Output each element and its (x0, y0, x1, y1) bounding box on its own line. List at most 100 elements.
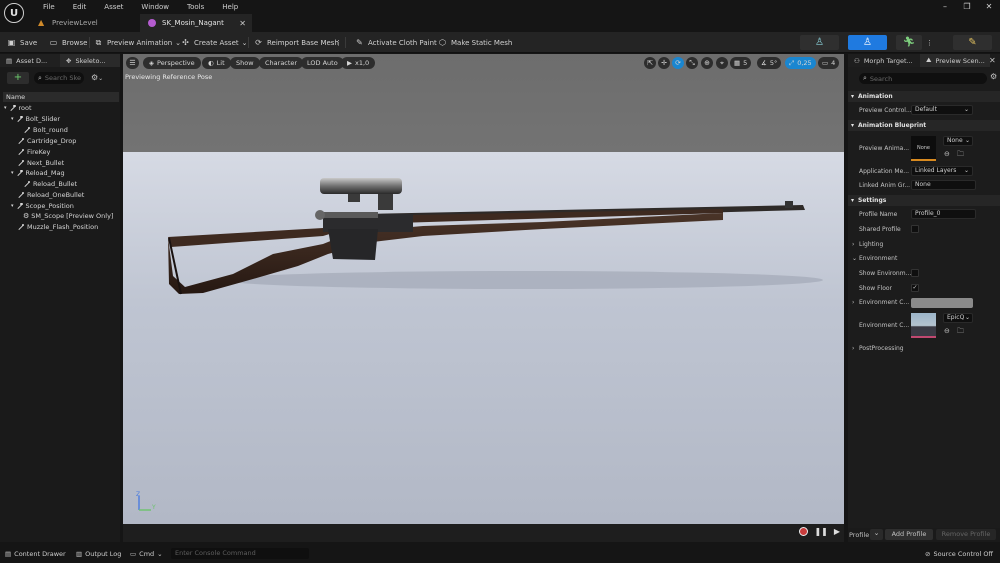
browse-button[interactable]: ▭ Browse (49, 36, 88, 49)
bone-item-reload-mag[interactable]: ▾ Reload_Mag (11, 168, 65, 178)
tree-settings-dropdown[interactable]: ⚙⌄ (91, 73, 103, 82)
section-settings[interactable]: ▾ Settings (848, 195, 1000, 206)
bone-item-reload-bullet[interactable]: Reload_Bullet (23, 179, 77, 189)
skeleton-mode-button[interactable]: ♙ (800, 35, 839, 50)
environment-color-swatch[interactable] (911, 298, 973, 308)
section-animation[interactable]: ▾ Animation (848, 91, 1000, 102)
preview-animation-dropdown[interactable]: None ⌄ (943, 136, 973, 146)
shared-profile-checkbox[interactable] (911, 225, 919, 233)
environment-cubemap-thumbnail[interactable] (911, 313, 936, 338)
application-method-dropdown[interactable]: Linked Layers ⌄ (911, 166, 973, 176)
bone-item-bolt-slider[interactable]: ▾ Bolt_Slider (11, 114, 60, 124)
tab-preview-level[interactable]: ▲ PreviewLevel (30, 14, 138, 32)
linked-anim-graph-label: Linked Anim Gr... (859, 182, 911, 189)
bone-item-next-bullet[interactable]: Next_Bullet (17, 158, 64, 168)
maximize-icon[interactable]: ❐ (956, 0, 978, 14)
browse-cubemap-icon[interactable]: 🗀︎ (957, 327, 964, 338)
output-log-icon: ▥ (76, 550, 83, 558)
profile-dropdown[interactable]: ⌄ (870, 529, 883, 540)
bone-item-bolt-round[interactable]: Bolt_round (23, 125, 68, 135)
menu-edit[interactable]: Edit (64, 0, 96, 14)
menu-bar: File Edit Asset Window Tools Help (34, 0, 247, 14)
menu-asset[interactable]: Asset (95, 0, 132, 14)
close-icon[interactable]: ✕ (978, 0, 1000, 14)
preview-viewport[interactable]: ☰ ◈ Perspective ◐ Lit Show Character LOD A… (123, 54, 844, 524)
environment-cubemap-dropdown[interactable]: EpicQ ⌄ (943, 313, 973, 323)
bone-search-input[interactable]: ⌕ Search Ske (34, 72, 84, 84)
close-panel-icon[interactable]: ✕ (989, 56, 996, 65)
divider (89, 37, 90, 48)
environment-group[interactable]: ⌄ Environment (852, 254, 897, 263)
skeleton-mode-icon: ♙ (815, 37, 824, 48)
bone-icon (23, 180, 30, 188)
physics-mode-button[interactable]: ✎ (953, 35, 992, 50)
tab-preview-scene[interactable]: ⛰ Preview Scen... (920, 54, 990, 67)
plus-icon: + (13, 72, 23, 83)
preview-animation-dropdown[interactable]: ⧉ Preview Animation ⌄ (94, 36, 181, 49)
name-column-header[interactable]: Name (3, 92, 119, 102)
details-settings-icon[interactable]: ⚙ (990, 72, 997, 81)
preview-controller-dropdown[interactable]: Default ⌄ (911, 105, 973, 115)
source-control-button[interactable]: ⊘ Source Control Off (925, 549, 993, 559)
menu-tools[interactable]: Tools (178, 0, 213, 14)
more-modes-icon[interactable]: ⋮ (926, 36, 933, 49)
tab-skeleton-tree[interactable]: ✥ Skeleto... (60, 54, 120, 67)
add-profile-button[interactable]: Add Profile (885, 529, 933, 540)
browse-asset-icon[interactable]: 🗀︎ (957, 150, 964, 161)
bone-item-cartridge-drop[interactable]: Cartridge_Drop (17, 136, 76, 146)
bone-item-root[interactable]: ▾ root (4, 103, 32, 113)
linked-anim-graph-field[interactable]: None (911, 180, 976, 190)
pause-icon[interactable]: ❚❚ (814, 527, 827, 536)
chevron-down-icon: ⌄ (241, 38, 248, 47)
tab-label: SK_Mosin_Nagant (162, 19, 224, 27)
show-environment-checkbox[interactable] (911, 269, 919, 277)
details-search-input[interactable]: ⌕ Search (859, 73, 987, 84)
minimize-icon[interactable]: – (934, 0, 956, 14)
skeletal-mesh-mode-button[interactable]: ♙ (848, 35, 887, 50)
profile-bar: Profile ⌄ Add Profile Remove Profile (848, 528, 1000, 542)
menu-help[interactable]: Help (213, 0, 247, 14)
profile-name-input[interactable]: Profile_0 (911, 209, 976, 219)
reimport-base-mesh-button[interactable]: ⟳ Reimport Base Mesh (254, 36, 339, 49)
use-selected-asset-icon[interactable]: ⊖ (944, 150, 950, 158)
tab-sk-mosin-nagant[interactable]: SK_Mosin_Nagant ✕ (140, 14, 252, 32)
content-drawer-button[interactable]: ▤ Content Drawer (5, 549, 66, 559)
make-static-mesh-button[interactable]: ⬡ Make Static Mesh (438, 36, 512, 49)
section-animation-blueprint[interactable]: ▾ Animation Blueprint (848, 120, 1000, 131)
menu-window[interactable]: Window (132, 0, 178, 14)
more-options-icon[interactable]: ⋮ (335, 36, 342, 49)
profile-label: Profile (849, 531, 870, 539)
remove-profile-button[interactable]: Remove Profile (936, 529, 996, 540)
save-button[interactable]: ▣ Save (7, 36, 37, 49)
menu-file[interactable]: File (34, 0, 64, 14)
unreal-logo-icon[interactable]: U (4, 3, 24, 23)
show-floor-checkbox[interactable]: ✓ (911, 284, 919, 292)
create-asset-dropdown[interactable]: ✣ Create Asset ⌄ (181, 36, 248, 49)
preview-animation-thumbnail[interactable]: None (911, 136, 936, 161)
bone-item-scope-position[interactable]: ▾ Scope_Position (11, 201, 74, 211)
lighting-group[interactable]: › Lighting (852, 240, 883, 249)
output-log-button[interactable]: ▥ Output Log (76, 549, 121, 559)
bone-item-sm-scope[interactable]: ⚙ SM_Scope [Preview Only] (23, 211, 113, 221)
tab-morph-target[interactable]: ⚇ Morph Target... (848, 54, 920, 67)
postprocessing-group[interactable]: › PostProcessing (852, 344, 904, 353)
record-icon[interactable] (799, 527, 809, 536)
expand-arrow-icon: ▾ (851, 197, 855, 204)
bone-item-muzzle-flash-position[interactable]: Muzzle_Flash_Position (17, 222, 98, 232)
animation-mode-button[interactable]: 🏃︎ (896, 35, 922, 50)
tab-asset-details[interactable]: ▤ Asset D... (0, 54, 60, 67)
activate-cloth-paint-button[interactable]: ✎ Activate Cloth Paint (355, 36, 437, 49)
cmd-dropdown[interactable]: ▭ Cmd ⌄ (130, 549, 163, 559)
close-tab-icon[interactable]: ✕ (239, 19, 246, 28)
add-socket-button[interactable]: + (7, 72, 29, 84)
use-selected-cubemap-icon[interactable]: ⊖ (944, 327, 950, 335)
chevron-down-icon: ⌄ (98, 75, 104, 82)
search-icon: ⌕ (863, 74, 867, 82)
timeline-bar[interactable]: ❚❚ ▶ (123, 524, 844, 542)
expand-arrow-icon: ▾ (11, 116, 14, 122)
bone-item-reload-onebullet[interactable]: Reload_OneBullet (17, 190, 84, 200)
play-icon[interactable]: ▶ (834, 527, 840, 536)
environment-color-label: › Environment C... (852, 299, 910, 306)
console-command-input[interactable]: Enter Console Command (171, 548, 309, 559)
bone-item-firekey[interactable]: FireKey (17, 147, 50, 157)
